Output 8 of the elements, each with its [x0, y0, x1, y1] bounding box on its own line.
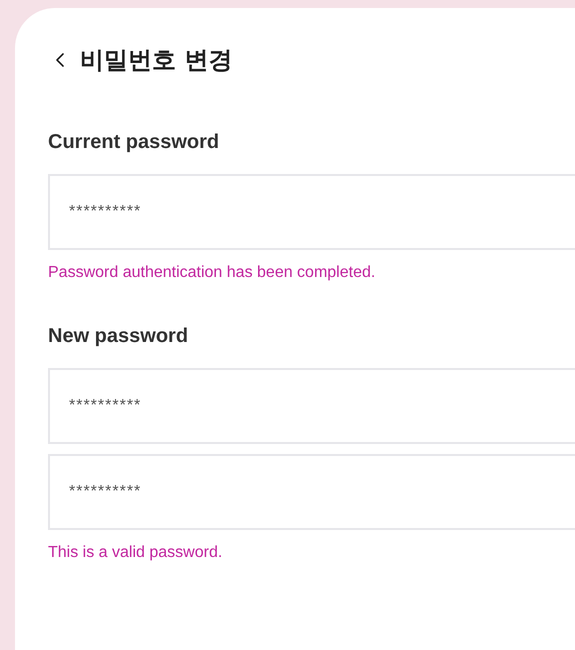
page-title: 비밀번호 변경 — [80, 48, 232, 72]
validation-message: Password authentication has been completed. — [48, 263, 376, 283]
password-field[interactable]: ********** — [48, 368, 575, 444]
field-label: Current password — [48, 130, 220, 154]
password-field[interactable]: ********** — [48, 174, 575, 250]
field-label: New password — [48, 324, 190, 348]
validation-message: This is a valid password. — [48, 543, 224, 563]
password-field[interactable]: ********** — [48, 454, 575, 530]
